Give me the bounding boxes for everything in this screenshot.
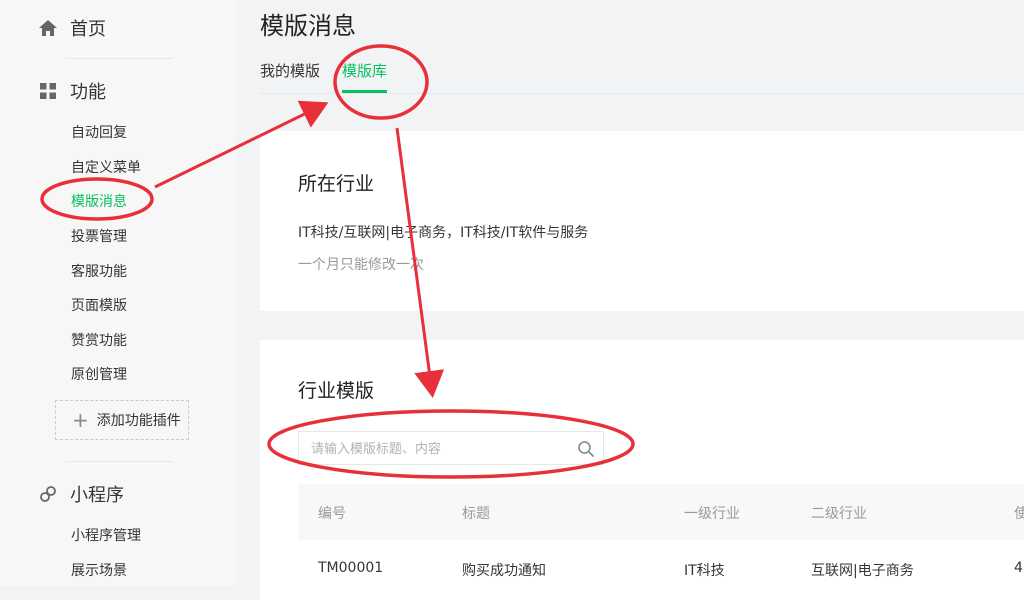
link-icon	[38, 484, 58, 504]
templates-title: 行业模版	[298, 380, 375, 402]
add-plugin-label: 添加功能插件	[96, 413, 181, 429]
sidebar-item-custom-menu[interactable]: 自定义菜单	[71, 157, 141, 177]
templates-card: 行业模版 编号 标题 一级行业 二级行业 使 TM00001 购买成功通知 IT…	[260, 340, 1024, 600]
cell-usage: 4	[1014, 560, 1023, 576]
add-plugin-button[interactable]: + 添加功能插件	[55, 400, 189, 440]
divider	[66, 58, 173, 59]
main-content: 模版消息 我的模版 模版库 所在行业 IT科技/互联网|电子商务，IT科技/IT…	[236, 0, 1024, 600]
sidebar-item-vote[interactable]: 投票管理	[71, 226, 127, 246]
sidebar-item-template-message[interactable]: 模版消息	[71, 191, 127, 211]
sidebar-item-miniprogram-manage[interactable]: 小程序管理	[71, 525, 141, 545]
cell-title: 购买成功通知	[462, 563, 546, 579]
tab-my-templates[interactable]: 我的模版	[260, 60, 320, 93]
sidebar-item-page-template[interactable]: 页面模版	[71, 295, 127, 315]
cell-primary-industry: IT科技	[684, 563, 725, 579]
nav-home-label: 首页	[70, 19, 106, 40]
nav-features[interactable]: 功能	[38, 78, 106, 104]
column-header-id: 编号	[318, 506, 346, 522]
home-icon	[38, 18, 58, 38]
tab-template-library[interactable]: 模版库	[342, 60, 388, 93]
nav-home[interactable]: 首页	[38, 15, 106, 41]
sidebar-item-auto-reply[interactable]: 自动回复	[71, 122, 127, 142]
industry-value: IT科技/互联网|电子商务，IT科技/IT软件与服务	[298, 225, 589, 241]
tab-bar: 我的模版 模版库	[260, 60, 409, 93]
industry-title: 所在行业	[298, 173, 375, 195]
sidebar-item-original[interactable]: 原创管理	[71, 364, 127, 384]
search-icon[interactable]	[577, 440, 595, 458]
column-header-primary-industry: 一级行业	[684, 506, 740, 522]
grid-icon	[38, 81, 58, 101]
sidebar-item-customer-service[interactable]: 客服功能	[71, 261, 127, 281]
page-title: 模版消息	[260, 12, 356, 40]
divider	[66, 461, 173, 462]
sidebar-item-display-scene[interactable]: 展示场景	[71, 560, 127, 580]
industry-card: 所在行业 IT科技/互联网|电子商务，IT科技/IT软件与服务 一个月只能修改一…	[260, 131, 1024, 311]
table-header: 编号 标题 一级行业 二级行业 使	[298, 484, 1024, 540]
nav-miniprogram[interactable]: 小程序	[38, 481, 124, 507]
sidebar-item-reward[interactable]: 赞赏功能	[71, 330, 127, 350]
sidebar: 首页 功能 自动回复 自定义菜单 模版消息 投票管理 客服功能 页面模版 赞赏功…	[0, 0, 236, 586]
column-header-secondary-industry: 二级行业	[811, 506, 867, 522]
cell-secondary-industry: 互联网|电子商务	[811, 563, 914, 579]
tabs-divider	[260, 93, 1024, 94]
cell-id: TM00001	[318, 560, 384, 576]
column-header-title: 标题	[462, 506, 490, 522]
nav-miniprogram-label: 小程序	[70, 485, 124, 506]
search-box	[298, 431, 604, 466]
plus-icon: +	[72, 408, 89, 432]
search-input[interactable]	[309, 432, 573, 466]
column-header-usage: 使	[1014, 506, 1024, 522]
nav-features-label: 功能	[70, 82, 106, 103]
industry-note: 一个月只能修改一次	[298, 257, 424, 273]
table-row[interactable]: TM00001 购买成功通知 IT科技 互联网|电子商务 4	[298, 540, 1024, 600]
